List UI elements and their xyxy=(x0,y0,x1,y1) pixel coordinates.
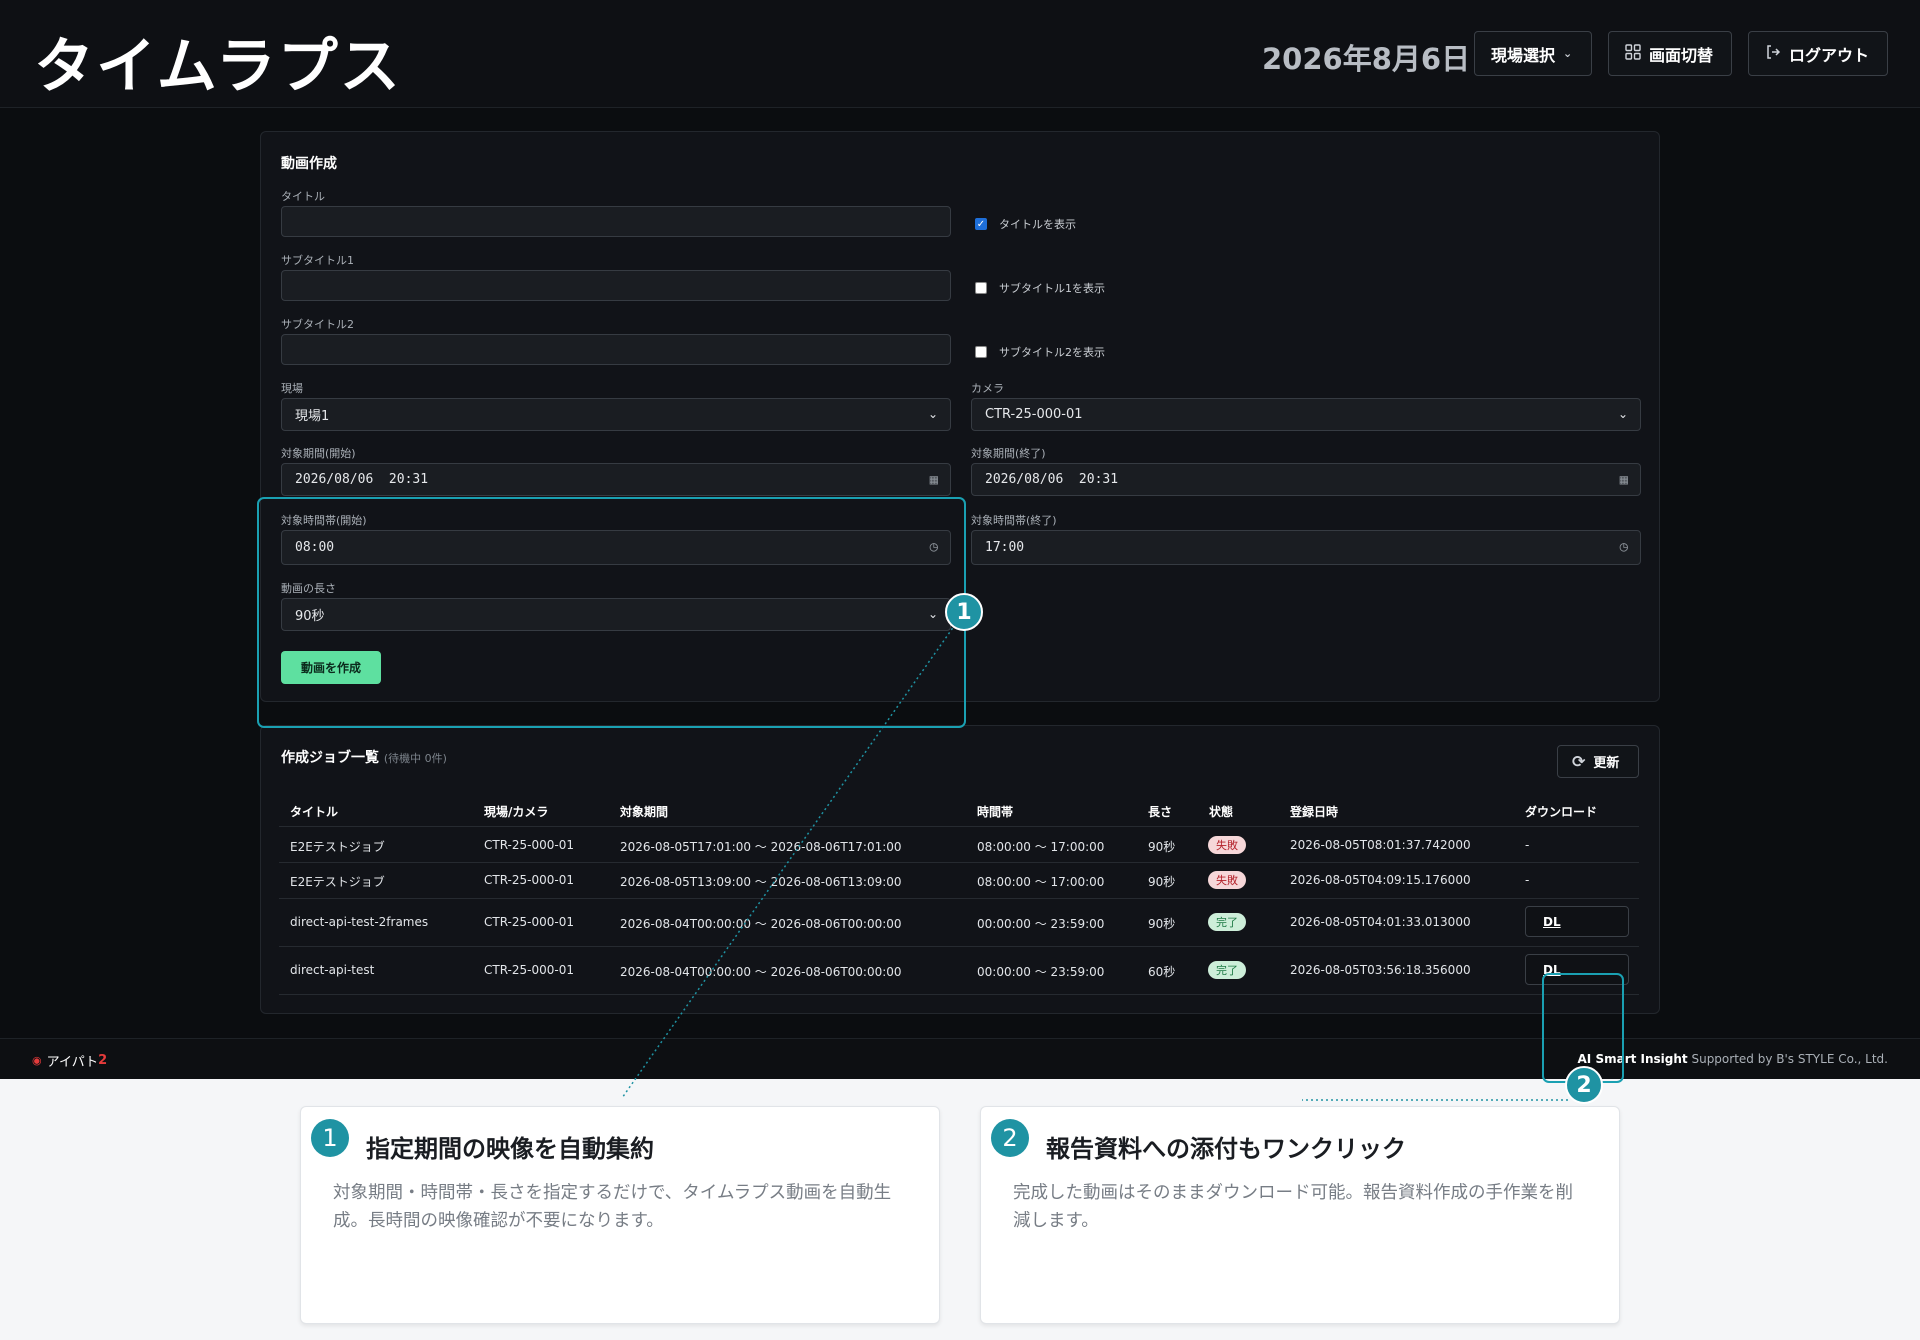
card-number: 1 xyxy=(311,1119,349,1157)
feature-card-2: 2 報告資料への添付もワンクリック 完成した動画はそのままダウンロード可能。報告… xyxy=(980,1106,1620,1324)
card-title: 指定期間の映像を自動集約 xyxy=(366,1135,654,1163)
card-body: 対象期間・時間帯・長さを指定するだけで、タイムラプス動画を自動生成。長時間の映像… xyxy=(333,1183,892,1231)
callout-marker-2: 2 xyxy=(1565,1066,1603,1104)
callout-marker-1: 1 xyxy=(945,593,983,631)
card-number: 2 xyxy=(991,1119,1029,1157)
feature-card-1: 1 指定期間の映像を自動集約 対象期間・時間帯・長さを指定するだけで、タイムラプ… xyxy=(300,1106,940,1324)
card-title: 報告資料への添付もワンクリック xyxy=(1046,1135,1406,1163)
card-body: 完成した動画はそのままダウンロード可能。報告資料作成の手作業を削減します。 xyxy=(1013,1183,1573,1231)
highlight-box-1 xyxy=(257,497,966,728)
